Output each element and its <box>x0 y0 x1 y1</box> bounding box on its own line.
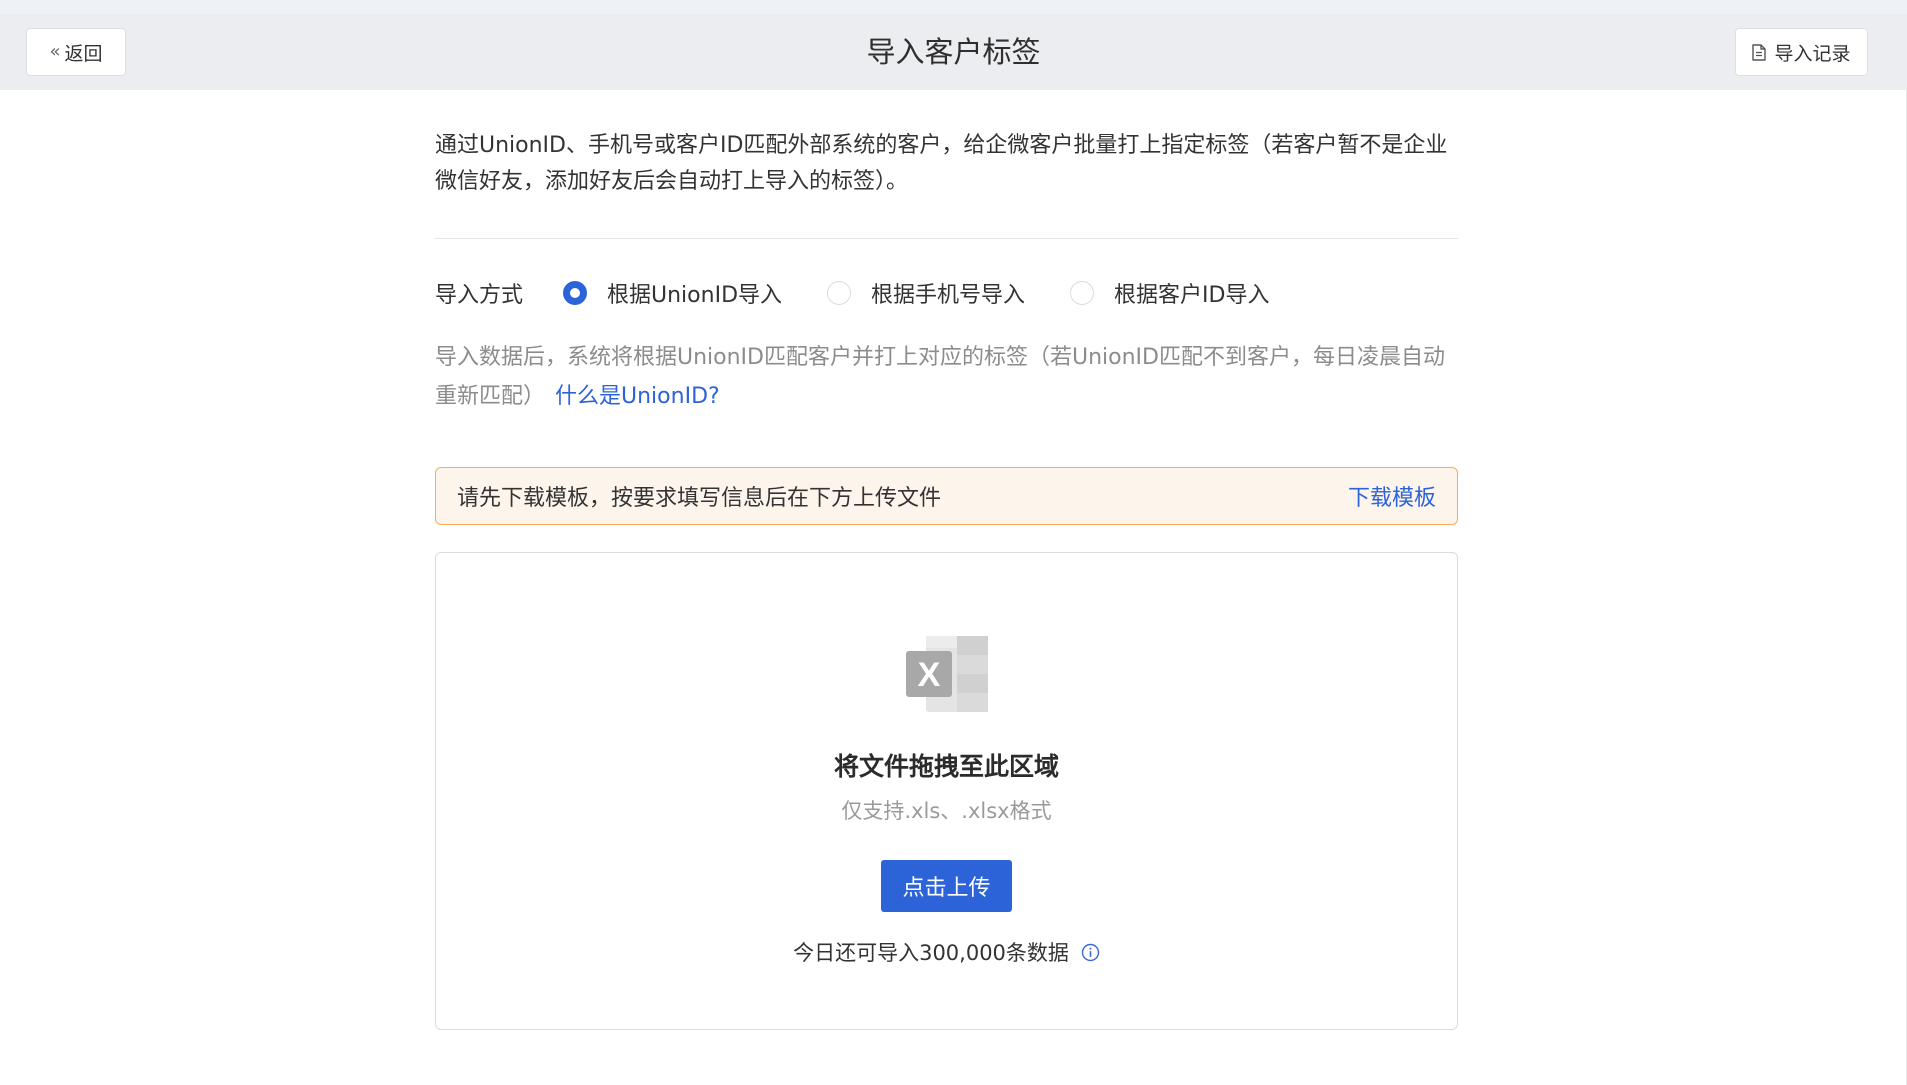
import-quota: 今日还可导入300,000条数据 <box>436 937 1457 967</box>
radio-phone-circle[interactable] <box>827 281 852 305</box>
info-circle-icon[interactable] <box>1081 943 1100 962</box>
radio-unionid[interactable]: 根据UnionID导入 <box>563 277 782 309</box>
what-is-unionid-link[interactable]: 什么是UnionID? <box>555 384 720 409</box>
radio-customer-id-label: 根据客户ID导入 <box>1114 283 1270 308</box>
dropzone-formats: 仅支持.xls、.xlsx格式 <box>841 799 1052 823</box>
template-notice: 请先下载模板，按要求填写信息后在下方上传文件 下载模板 <box>435 467 1458 525</box>
section-divider <box>435 238 1458 239</box>
intro-description: 通过UnionID、手机号或客户ID匹配外部系统的客户，给企微客户批量打上指定标… <box>435 133 1448 194</box>
document-icon <box>1752 43 1767 61</box>
radio-customer-id-circle[interactable] <box>1070 281 1095 305</box>
page-title: 导入客户标签 <box>866 35 1041 69</box>
import-method-label: 导入方式 <box>435 283 524 308</box>
upload-button[interactable]: 点击上传 <box>881 860 1012 912</box>
excel-file-icon: X <box>906 636 988 712</box>
radio-customer-id[interactable]: 根据客户ID导入 <box>1070 277 1269 309</box>
file-dropzone[interactable]: X 将文件拖拽至此区域 仅支持.xls、.xlsx格式 点击上传 今日还可导入3… <box>435 552 1458 1030</box>
import-method-hint: 导入数据后，系统将根据UnionID匹配客户并打上对应的标签（若UnionID匹… <box>435 338 1460 416</box>
svg-text:X: X <box>918 656 941 694</box>
import-method-row: 导入方式 根据UnionID导入 根据手机号导入 根据客户ID导入 <box>435 275 1314 311</box>
import-records-button[interactable]: 导入记录 <box>1735 28 1868 76</box>
template-notice-text: 请先下载模板，按要求填写信息后在下方上传文件 <box>457 486 942 511</box>
radio-unionid-circle[interactable] <box>563 281 588 305</box>
import-quota-text: 今日还可导入300,000条数据 <box>793 941 1069 965</box>
import-records-label: 导入记录 <box>1774 42 1851 65</box>
radio-phone[interactable]: 根据手机号导入 <box>827 277 1025 309</box>
radio-phone-label: 根据手机号导入 <box>871 283 1026 308</box>
dropzone-title: 将文件拖拽至此区域 <box>833 752 1059 781</box>
window-top-strip <box>0 0 1907 14</box>
download-template-link[interactable]: 下载模板 <box>1348 480 1436 512</box>
radio-unionid-label: 根据UnionID导入 <box>607 283 783 308</box>
